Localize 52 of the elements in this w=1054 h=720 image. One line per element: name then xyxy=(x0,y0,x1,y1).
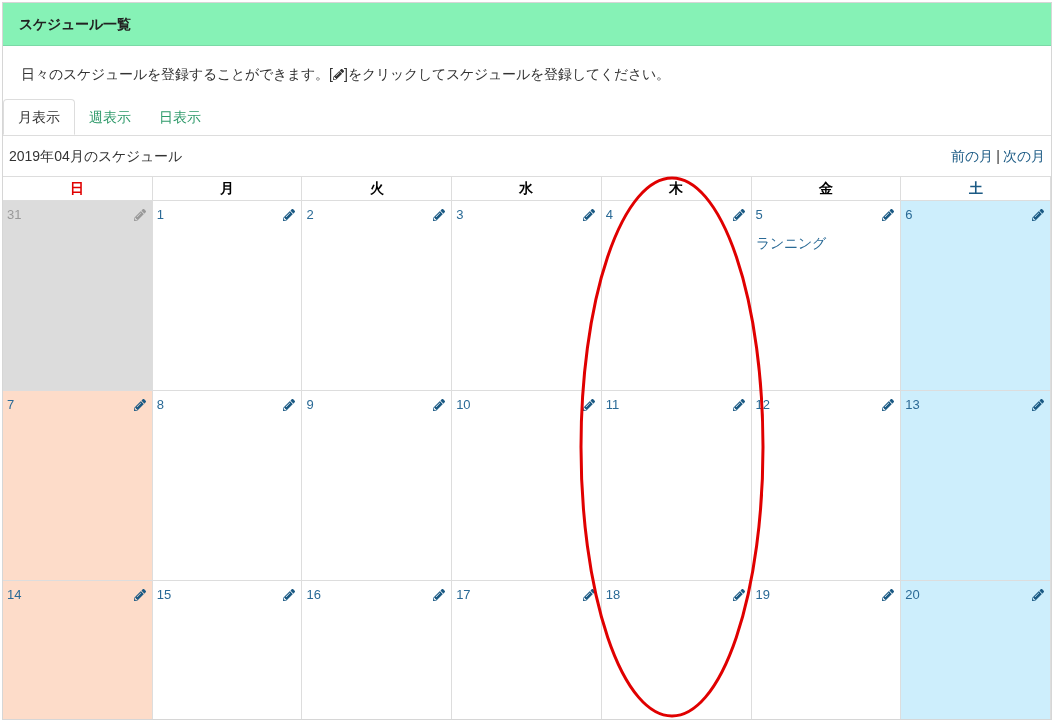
view-tab[interactable]: 週表示 xyxy=(75,99,145,135)
pencil-icon[interactable] xyxy=(732,208,745,221)
day-number: 5 xyxy=(755,206,763,224)
pencil-icon[interactable] xyxy=(882,588,895,601)
pencil-icon[interactable] xyxy=(732,588,745,601)
pencil-icon[interactable] xyxy=(582,398,595,411)
day-number: 16 xyxy=(306,586,321,604)
day-number: 17 xyxy=(456,586,471,604)
pencil-icon[interactable] xyxy=(433,398,446,411)
day-number: 9 xyxy=(306,396,314,414)
pencil-icon[interactable] xyxy=(732,398,745,411)
pencil-icon[interactable] xyxy=(133,398,146,411)
next-month-link[interactable]: 次の月 xyxy=(1003,145,1045,167)
pencil-icon[interactable] xyxy=(283,588,296,601)
day-number: 7 xyxy=(7,396,15,414)
pencil-icon[interactable] xyxy=(433,208,446,221)
pencil-icon[interactable] xyxy=(1032,588,1044,601)
day-number: 15 xyxy=(156,586,172,604)
day-number: 11 xyxy=(605,396,620,414)
view-tab[interactable]: 月表示 xyxy=(3,99,75,135)
pencil-icon[interactable] xyxy=(133,588,146,601)
day-number: 18 xyxy=(605,586,621,604)
pencil-icon[interactable] xyxy=(882,208,895,221)
pencil-icon[interactable] xyxy=(582,588,595,601)
day-number: 3 xyxy=(456,206,464,224)
pencil-icon[interactable] xyxy=(1032,208,1044,221)
pencil-icon[interactable] xyxy=(433,588,446,601)
day-number: 1 xyxy=(156,206,164,224)
pencil-icon[interactable] xyxy=(283,398,296,411)
day-number: 14 xyxy=(7,586,22,604)
previous-month-link[interactable]: 前の月 xyxy=(951,145,994,167)
link-separator: | xyxy=(996,146,1000,166)
day-number: 20 xyxy=(905,586,920,604)
pencil-icon[interactable] xyxy=(1032,398,1044,411)
pencil-icon xyxy=(332,69,344,80)
day-number: 19 xyxy=(755,586,771,604)
day-number: 6 xyxy=(905,206,913,224)
day-number: 4 xyxy=(605,206,614,224)
day-number: 2 xyxy=(306,206,314,224)
pencil-icon[interactable] xyxy=(582,208,595,221)
pencil-icon[interactable] xyxy=(882,398,895,411)
day-number: 10 xyxy=(456,396,471,414)
description-text: 日々のスケジュールを登録することができます。[ xyxy=(21,65,333,84)
pencil-icon[interactable] xyxy=(283,208,296,221)
day-number: 31 xyxy=(7,206,22,224)
month-title: 2019年04月のスケジュール xyxy=(9,146,182,166)
day-number: 13 xyxy=(905,396,920,414)
description-text: ]をクリックしてスケジュールを登録してください。 xyxy=(343,65,670,84)
view-tab[interactable]: 日表示 xyxy=(145,99,215,135)
event-link[interactable]: ランニング xyxy=(755,232,897,254)
day-number: 8 xyxy=(156,396,164,414)
panel-title: スケジュール一覧 xyxy=(19,14,131,34)
